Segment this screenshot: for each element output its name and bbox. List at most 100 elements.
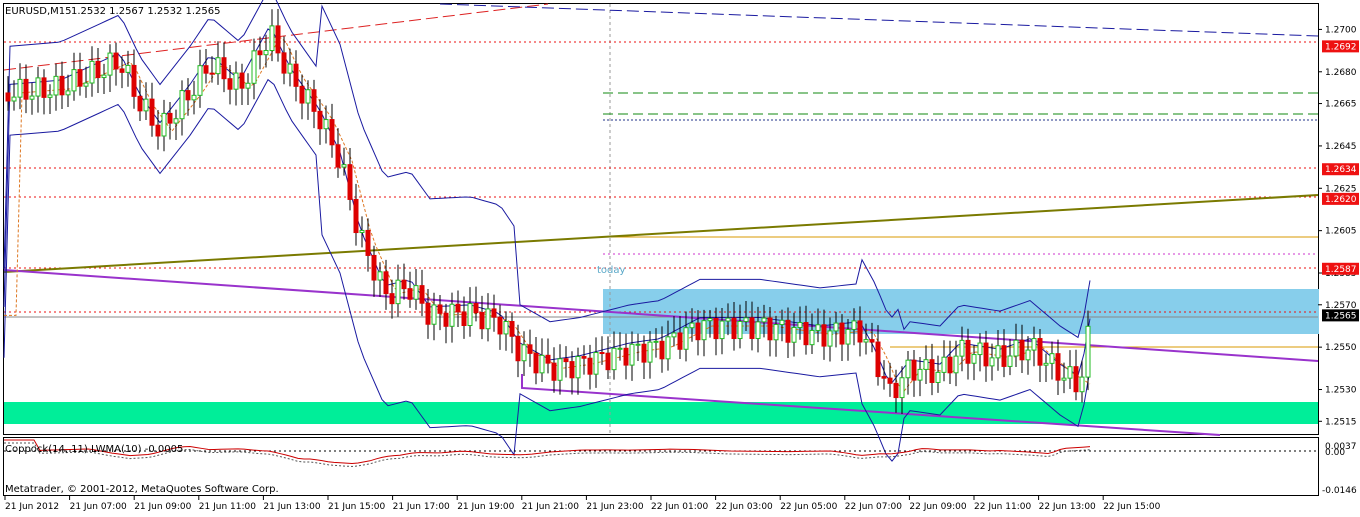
candle-body [593, 352, 599, 375]
candle-body [725, 317, 731, 322]
time-tick-label: 21 Jun 2012 [5, 502, 59, 512]
candle-body [5, 92, 11, 102]
candle-body [785, 319, 791, 343]
candle-body [173, 118, 179, 124]
candle-body [89, 60, 95, 84]
candle-body [1073, 366, 1079, 393]
chart-window[interactable]: 1.2700 1.2680 1.2665 1.2645 1.2625 1.2605 1.25… [0, 0, 1360, 513]
candle-body [545, 354, 551, 364]
candle-body [839, 322, 845, 345]
candle-body [629, 343, 635, 366]
time-tick-label: 22 Jun 07:00 [845, 502, 902, 512]
candle-body [203, 65, 209, 74]
candle-body [125, 64, 131, 73]
candle-body [413, 285, 419, 300]
price-tick-label: 1.2665 [1325, 100, 1357, 110]
candle-body [869, 339, 875, 343]
candle-body [233, 72, 239, 90]
candle-body [299, 85, 305, 104]
price-level-label: 1.2587 [1325, 265, 1357, 275]
candle-body [1001, 345, 1007, 367]
candle-body [587, 357, 593, 375]
time-tick-label: 21 Jun 17:00 [393, 502, 450, 512]
candle-body [647, 341, 653, 363]
candle-body [41, 77, 47, 98]
candle-body [527, 344, 533, 354]
candle-body [419, 285, 425, 304]
symbol-label: EURUSD,M15 [5, 6, 71, 17]
today-label: today [597, 265, 626, 276]
candle-body [953, 355, 959, 374]
candle-body [941, 356, 947, 373]
time-tick-label: 21 Jun 11:00 [199, 502, 256, 512]
candle-body [35, 77, 41, 97]
time-tick-label: 21 Jun 19:00 [457, 502, 514, 512]
time-tick-label: 22 Jun 01:00 [651, 502, 708, 512]
time-tick-label: 21 Jun 15:00 [328, 502, 385, 512]
blue-dashed-trendline [439, 3, 1319, 37]
candle-body [1079, 376, 1085, 393]
candle-body [83, 82, 89, 87]
candle-body [791, 326, 797, 343]
candle-body [677, 332, 683, 350]
candle-body [875, 341, 881, 378]
price-chart[interactable]: 1.2700 1.2680 1.2665 1.2645 1.2625 1.2605 1.25… [0, 0, 1360, 513]
candle-body [737, 320, 743, 340]
candle-body [671, 332, 677, 338]
time-tick-label: 22 Jun 15:00 [1103, 502, 1160, 512]
candle-body [239, 72, 245, 89]
price-tick-label: 1.2570 [1325, 301, 1357, 311]
candle-body [365, 229, 371, 256]
time-tick-label: 21 Jun 23:00 [586, 502, 643, 512]
candle-body [833, 322, 839, 332]
candle-body [599, 352, 605, 355]
candle-body [533, 352, 539, 374]
candle-body [503, 321, 509, 335]
candle-body [575, 356, 581, 379]
candle-body [935, 371, 941, 383]
candle-body [713, 317, 719, 340]
candle-body [581, 356, 587, 359]
candle-body [1025, 349, 1031, 361]
candle-body [143, 98, 149, 112]
candle-body [779, 319, 785, 326]
candle-body [659, 340, 665, 360]
candle-body [605, 352, 611, 371]
candle-body [305, 89, 311, 104]
candle-body [467, 303, 473, 326]
candle-body [989, 357, 995, 367]
time-axis[interactable]: 21 Jun 2012 21 Jun 07:00 21 Jun 09:00 21 Ju… [4, 496, 1161, 512]
candle-body [389, 293, 395, 305]
indicator-scale-zero: 0.00 [1325, 448, 1345, 458]
candle-body [539, 354, 545, 374]
candle-body [185, 90, 191, 101]
candle-body [551, 362, 557, 381]
candle-body [119, 68, 125, 73]
candle-body [1049, 353, 1055, 364]
candle-body [731, 317, 737, 340]
candle-body [653, 340, 659, 343]
candle-body [665, 336, 671, 360]
candle-body [827, 330, 833, 347]
candle-body [569, 361, 575, 379]
price-axis[interactable]: 1.2700 1.2680 1.2665 1.2645 1.2625 1.2605 1.25… [1318, 25, 1359, 427]
candle-body [1037, 338, 1043, 366]
candle-body [317, 110, 323, 130]
time-tick-label: 21 Jun 21:00 [522, 502, 579, 512]
candle-body [485, 308, 491, 330]
candle-body [509, 321, 515, 337]
candle-body [497, 316, 503, 335]
candle-body [1013, 339, 1019, 357]
price-level-label: 1.2692 [1325, 42, 1357, 52]
candle-body [983, 342, 989, 367]
candle-body [335, 144, 341, 168]
candle-body [245, 82, 251, 89]
candle-body [881, 376, 887, 379]
candle-body [341, 164, 347, 168]
price-tick-label: 1.2605 [1325, 227, 1357, 237]
indicator-label: Coppock(14, 11) LWMA(10) -0.0005 [5, 444, 183, 455]
candle-body [455, 303, 461, 313]
candle-body [65, 90, 71, 96]
candle-body [95, 60, 101, 79]
candle-body [1055, 353, 1061, 381]
